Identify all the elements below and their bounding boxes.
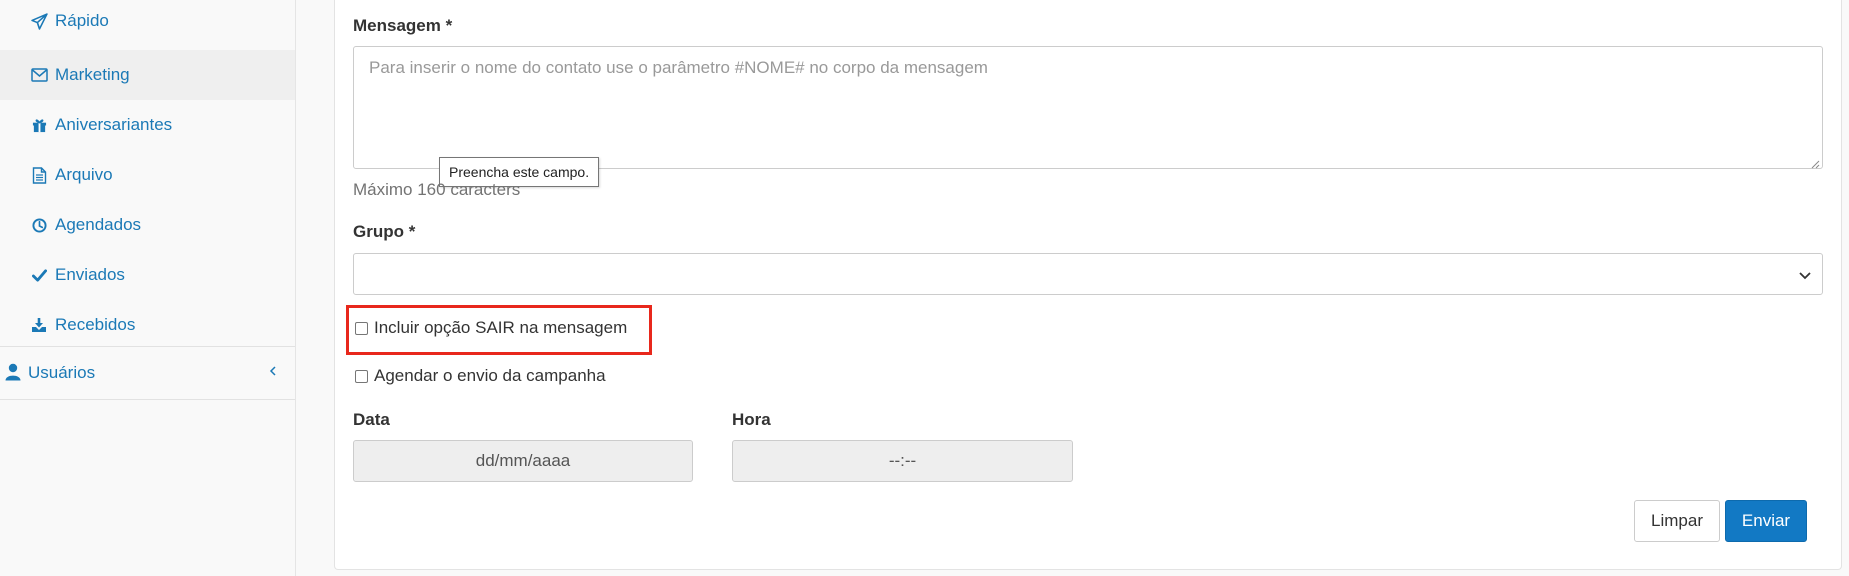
time-label: Hora (732, 410, 771, 429)
sidebar: Rápido Marketing Aniversariantes Arquivo (0, 0, 296, 576)
submit-button[interactable]: Enviar (1725, 500, 1807, 542)
opt-out-label: Incluir opção SAIR na mensagem (374, 318, 628, 337)
group-select[interactable] (353, 253, 1823, 295)
opt-out-checkbox[interactable] (355, 321, 368, 335)
sidebar-item-label: Rápido (55, 11, 109, 30)
sidebar-item-aniversariantes[interactable]: Aniversariantes (0, 100, 295, 150)
paper-plane-icon (30, 12, 48, 30)
file-text-icon (30, 166, 48, 184)
sidebar-item-label: Usuários (28, 363, 96, 382)
gift-icon (30, 116, 48, 134)
envelope-icon (30, 66, 48, 84)
clear-button[interactable]: Limpar (1634, 500, 1720, 542)
chevron-down-icon (1798, 268, 1812, 282)
sidebar-item-rapido[interactable]: Rápido (0, 0, 295, 46)
message-help-text: Máximo 160 caracters (353, 180, 521, 199)
date-input[interactable]: dd/mm/aaaa (353, 440, 693, 482)
sidebar-item-recebidos[interactable]: Recebidos (0, 300, 295, 350)
sidebar-item-label: Agendados (55, 215, 142, 234)
schedule-option[interactable]: Agendar o envio da campanha (355, 366, 606, 386)
user-icon (5, 363, 21, 381)
message-textarea[interactable]: Para inserir o nome do contato use o par… (353, 46, 1823, 187)
sidebar-item-agendados[interactable]: Agendados (0, 200, 295, 250)
clock-icon (30, 216, 48, 234)
chevron-left-icon[interactable] (268, 363, 280, 379)
resize-handle-icon[interactable] (1810, 156, 1820, 169)
campaign-form-panel: Mensagem * Para inserir o nome do contat… (334, 0, 1842, 570)
opt-out-option[interactable]: Incluir opção SAIR na mensagem (355, 318, 627, 338)
sidebar-item-usuarios[interactable]: Usuários (0, 346, 295, 400)
download-icon (30, 316, 48, 334)
sidebar-item-label: Enviados (55, 265, 125, 284)
sidebar-item-label: Marketing (55, 65, 130, 84)
schedule-checkbox[interactable] (355, 369, 368, 383)
message-placeholder: Para inserir o nome do contato use o par… (369, 58, 988, 77)
sidebar-item-arquivo[interactable]: Arquivo (0, 150, 295, 200)
sidebar-item-label: Arquivo (55, 165, 113, 184)
time-input[interactable]: --:-- (732, 440, 1073, 482)
time-placeholder: --:-- (888, 451, 917, 470)
schedule-label: Agendar o envio da campanha (374, 366, 606, 385)
message-label: Mensagem * (353, 16, 453, 35)
sidebar-item-marketing[interactable]: Marketing (0, 50, 295, 100)
group-label: Grupo * (353, 222, 416, 241)
date-label: Data (353, 410, 390, 429)
sidebar-item-enviados[interactable]: Enviados (0, 250, 295, 300)
date-placeholder: dd/mm/aaaa (475, 451, 571, 470)
check-icon (30, 266, 48, 284)
app: Rápido Marketing Aniversariantes Arquivo (0, 0, 1849, 576)
sidebar-item-label: Recebidos (55, 315, 136, 334)
sidebar-item-label: Aniversariantes (55, 115, 173, 134)
